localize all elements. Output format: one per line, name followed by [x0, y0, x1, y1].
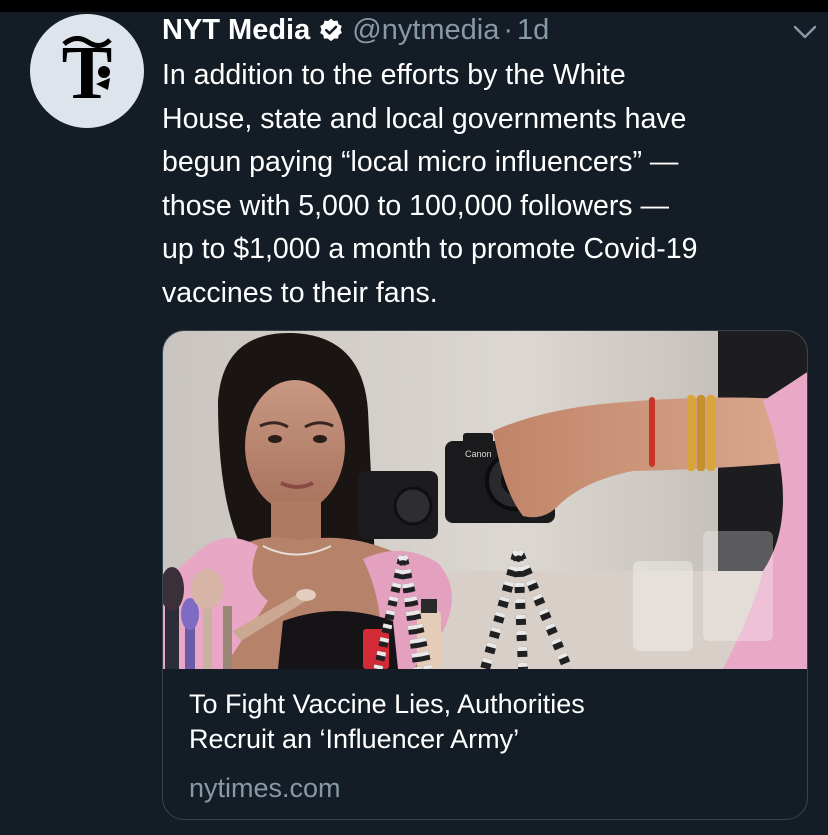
chevron-down-icon[interactable] — [792, 22, 818, 42]
display-name[interactable]: NYT Media — [162, 14, 310, 47]
tweet-text-line: House, state and local governments have — [162, 102, 687, 135]
timestamp[interactable]: 1d — [517, 14, 549, 47]
verified-badge-icon — [320, 18, 343, 42]
link-card-domain: nytimes.com — [189, 773, 341, 803]
tweet-text-line: those with 5,000 to 100,000 followers — — [162, 189, 669, 222]
meta-separator: · — [503, 13, 514, 46]
tweet-text: In addition to the efforts by the White … — [162, 54, 812, 316]
tweet-text-line: In addition to the efforts by the White — [162, 59, 626, 91]
link-card-title-line: To Fight Vaccine Lies, Authorities — [189, 689, 585, 719]
tweet-screen: T NYT Media @nytmedia · 1d In addition t… — [0, 0, 828, 835]
article-image[interactable]: Canon — [163, 331, 808, 669]
avatar[interactable]: T — [30, 14, 144, 128]
tweet-text-line: up to $1,000 a month to promote Covid-19 — [162, 233, 698, 266]
link-card[interactable]: Canon To Fight Vaccine Lies, Authorities… — [162, 330, 808, 820]
link-card-title-line: Recruit an ‘Influencer Army’ — [189, 724, 520, 754]
tweet-header: NYT Media @nytmedia · 1d — [162, 12, 549, 48]
handle[interactable]: @nytmedia — [352, 14, 499, 47]
tweet-text-line: begun paying “local micro influencers” — — [162, 146, 679, 179]
nyt-logo-icon: T — [62, 32, 113, 110]
camera-brand-label: Canon — [465, 449, 492, 459]
top-edge-bar — [0, 0, 828, 12]
link-card-title[interactable]: To Fight Vaccine Lies, Authorities Recru… — [189, 687, 789, 757]
tweet-text-line: vaccines to their fans. — [162, 276, 438, 309]
